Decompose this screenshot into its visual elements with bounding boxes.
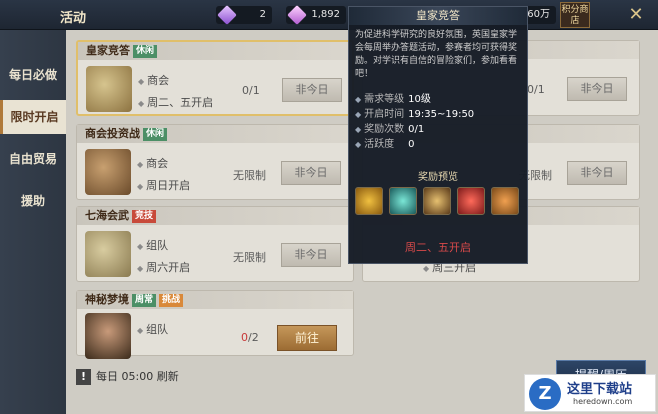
activity-card-royal-quiz[interactable]: 皇家竞答 休闲 ◆ 商会 ◆ 周二、五开启 0/1 非今日 xyxy=(76,40,354,116)
category-badge-2: 挑战 xyxy=(159,294,184,307)
gem-count: 1,892 xyxy=(311,9,340,20)
tab-free-trade[interactable]: 自由贸易 xyxy=(0,142,66,176)
attempt-count: 无限制 xyxy=(233,169,266,182)
category-badge: 竞技 xyxy=(132,210,157,223)
not-today-button[interactable]: 非今日 xyxy=(282,78,342,102)
diamond-counter: 2 xyxy=(216,5,272,25)
tab-daily[interactable]: 每日必做 xyxy=(0,58,66,92)
attempt-count: 0/2 xyxy=(241,331,259,344)
chest-thumbnail-icon xyxy=(85,149,131,195)
activity-detail-popup: 皇家竞答 为促进科学研究的良好氛围，英国皇家学会每周举办答题活动，参赛者均可获得… xyxy=(348,6,528,264)
refresh-text: 每日 05:00 刷新 xyxy=(96,370,179,383)
teal-gem-icon[interactable] xyxy=(389,187,417,215)
tab-aid[interactable]: 援助 xyxy=(0,184,66,218)
diamond-icon xyxy=(217,5,237,25)
popup-row-level: ◆ 需求等级 10级 xyxy=(355,94,431,105)
diamond-count: 2 xyxy=(259,9,266,20)
card-type: ◆ 商会 xyxy=(138,74,170,87)
category-badge: 休闲 xyxy=(133,45,158,58)
category-badge: 周常 xyxy=(132,294,157,307)
character-portrait-icon xyxy=(85,313,131,359)
points-shop-button[interactable]: 积分商店 xyxy=(560,2,590,28)
activity-card-mystic-dream[interactable]: 神秘梦境 周常 挑战 ◆ 组队 0/2 前往 xyxy=(76,290,354,359)
popup-row-activity: ◆ 活跃度 0 xyxy=(355,139,415,150)
refresh-notice: ! 每日 05:00 刷新 xyxy=(68,364,538,390)
tab-limited-time[interactable]: 限时开启 xyxy=(0,100,66,134)
not-today-button[interactable]: 非今日 xyxy=(567,161,627,185)
popup-row-rewards: ◆ 奖励次数 0/1 xyxy=(355,124,425,135)
site-url: heredown.com xyxy=(573,397,633,406)
card-title: 皇家竞答 休闲 xyxy=(78,42,352,60)
site-logo-icon: Z xyxy=(529,378,561,410)
sidebar: 每日必做 限时开启 自由贸易 援助 xyxy=(0,30,66,414)
card-schedule: ◆ 周六开启 xyxy=(137,261,191,274)
popup-schedule: 周二、五开启 xyxy=(405,241,471,254)
card-type: ◆ 组队 xyxy=(137,323,169,336)
attempt-count: 0/1 xyxy=(527,83,545,96)
card-title: 商会投资战 休闲 xyxy=(77,125,353,143)
reward-preview-label: 奖励预览 xyxy=(418,172,458,183)
red-cross-icon[interactable] xyxy=(457,187,485,215)
site-watermark: Z 这里下载站 heredown.com xyxy=(524,374,656,412)
orange-medal-icon[interactable] xyxy=(491,187,519,215)
top-bar: 活动 2 1,892 60万 积分商店 ✕ xyxy=(0,0,658,30)
card-type: ◆ 组队 xyxy=(137,239,169,252)
activity-card-seven-seas[interactable]: 七海会武 竞技 ◆ 组队 ◆ 周六开启 无限制 非今日 xyxy=(76,206,354,282)
category-badge: 休闲 xyxy=(143,128,168,141)
site-name: 这里下载站 xyxy=(567,382,633,397)
popup-description: 为促进科学研究的良好氛围，英国皇家学会每周举办答题活动，参赛者均可获得奖励。对学… xyxy=(355,30,518,79)
gem-counter: 1,892 xyxy=(286,5,346,25)
card-title: 神秘梦境 周常 挑战 xyxy=(77,291,353,309)
card-schedule: ◆ 周日开启 xyxy=(137,179,191,192)
scroll-thumbnail-icon xyxy=(86,66,132,112)
gold-coin-icon[interactable] xyxy=(355,187,383,215)
card-title: 七海会武 竞技 xyxy=(77,207,353,225)
not-today-button[interactable]: 非今日 xyxy=(281,243,341,267)
attempt-count: 无限制 xyxy=(233,251,266,264)
scroll-icon[interactable] xyxy=(423,187,451,215)
not-today-button[interactable]: 非今日 xyxy=(567,77,627,101)
not-today-button[interactable]: 非今日 xyxy=(281,161,341,185)
popup-title: 皇家竞答 xyxy=(349,7,527,25)
close-icon[interactable]: ✕ xyxy=(624,4,648,26)
page-title: 活动 xyxy=(60,11,87,26)
card-type: ◆ 商会 xyxy=(137,157,169,170)
card-schedule: ◆ 周二、五开启 xyxy=(138,96,214,109)
trophy-thumbnail-icon xyxy=(85,231,131,277)
go-button[interactable]: 前往 xyxy=(277,325,337,351)
warning-icon: ! xyxy=(76,369,91,385)
popup-row-time: ◆ 开启时间 19:35~19:50 xyxy=(355,109,475,120)
gem-icon xyxy=(287,5,307,25)
activity-card-investment[interactable]: 商会投资战 休闲 ◆ 商会 ◆ 周日开启 无限制 非今日 xyxy=(76,124,354,200)
gold-count: 60万 xyxy=(527,9,550,20)
attempt-count: 0/1 xyxy=(242,84,260,97)
